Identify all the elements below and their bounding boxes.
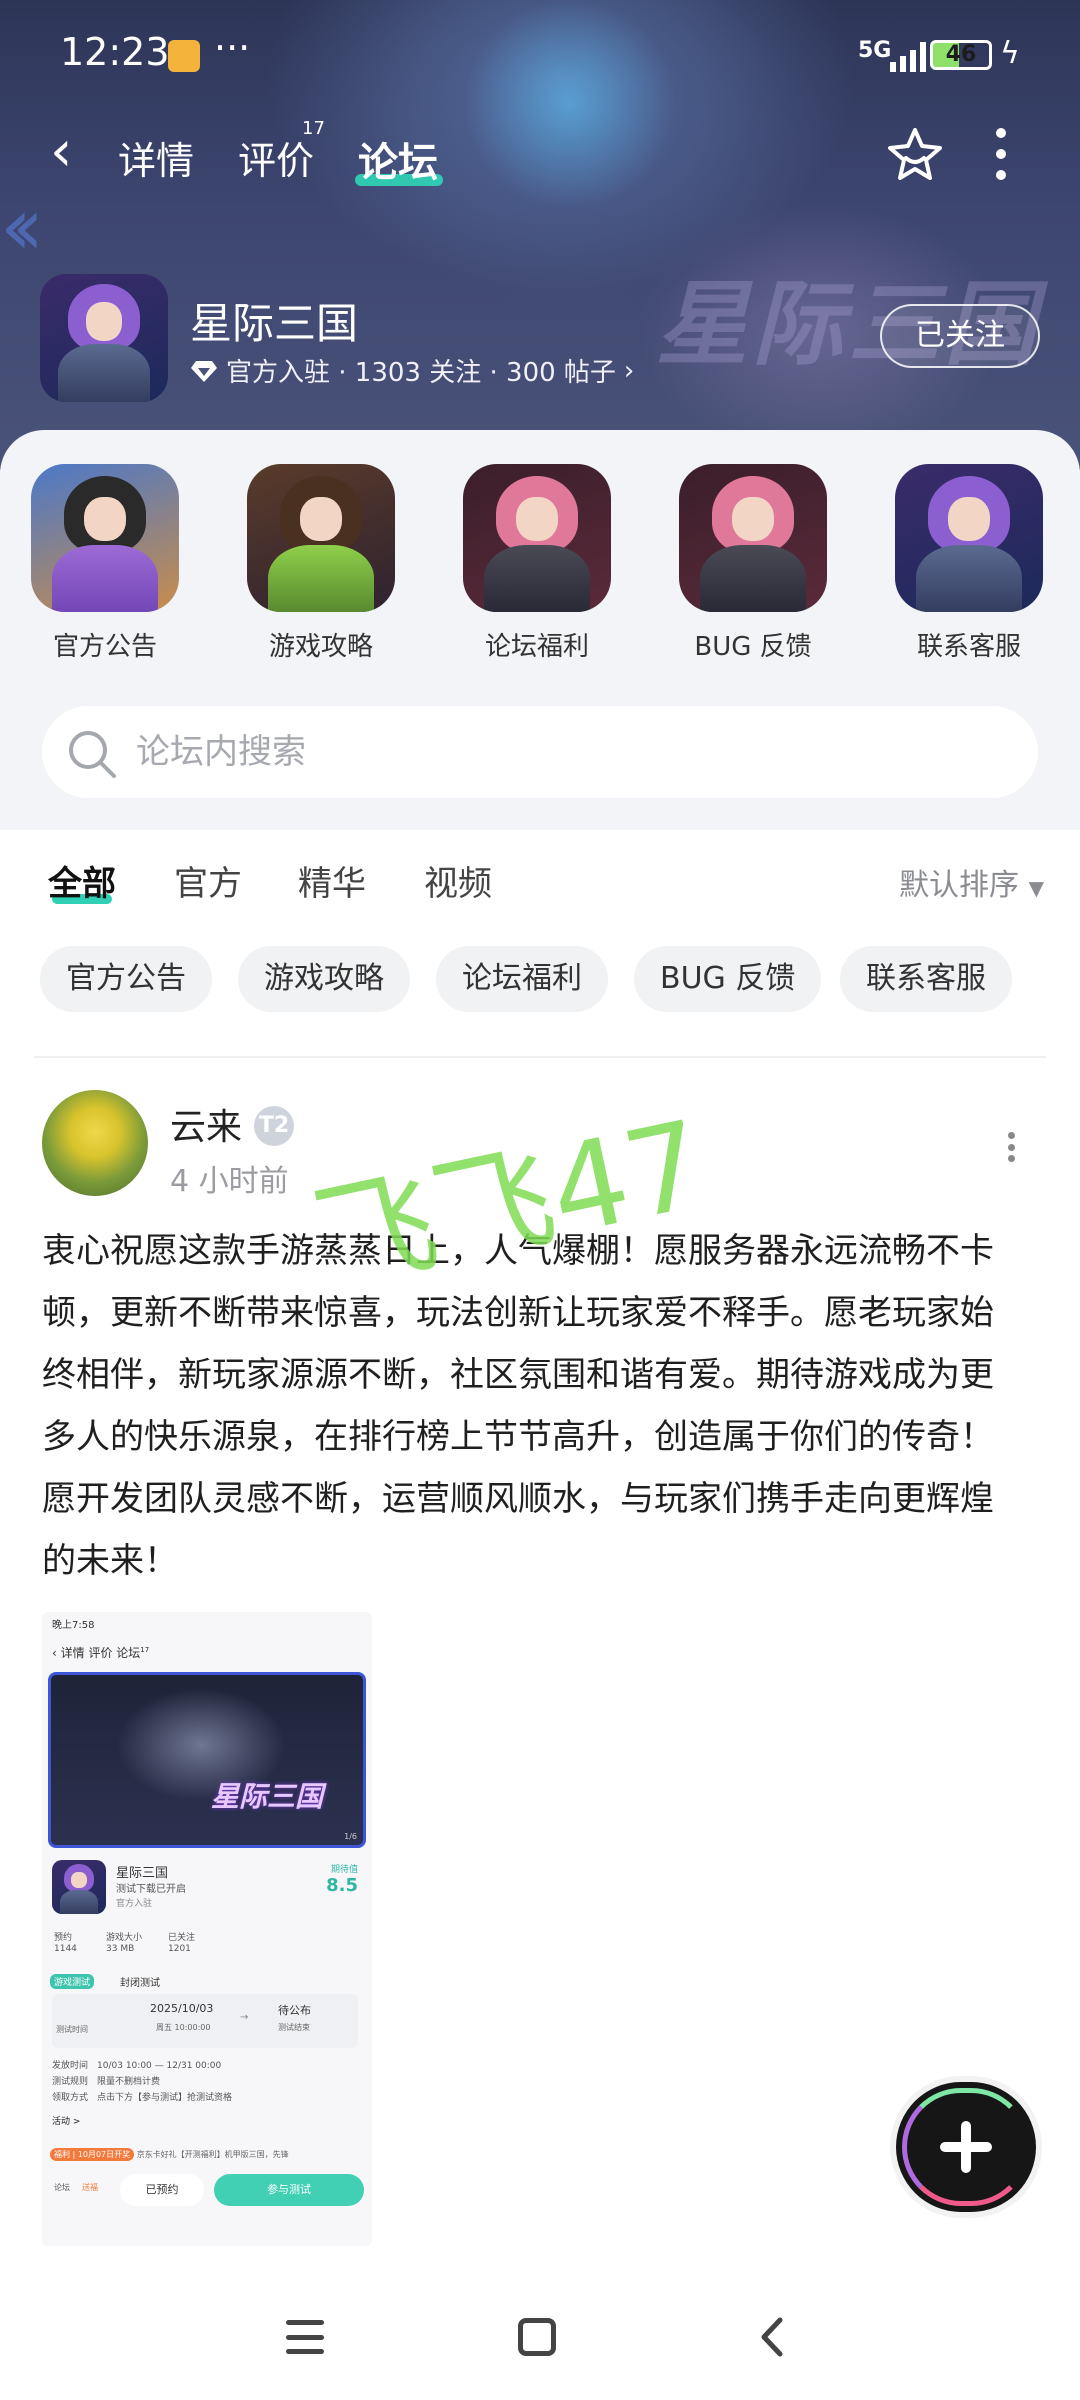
game-meta-text: 官方入驻 · 1303 关注 · 300 帖子 <box>226 358 616 388</box>
category-bug-report[interactable]: BUG 反馈 <box>678 464 828 663</box>
diamond-icon <box>191 360 217 382</box>
more-options-icon[interactable] <box>994 128 1008 180</box>
feed-tab-official[interactable]: 官方 <box>174 856 242 905</box>
shot-banner-logo: 星际三国 <box>211 1780 324 1813</box>
home-icon[interactable] <box>518 2318 556 2356</box>
chip-bug-report[interactable]: BUG 反馈 <box>634 946 822 1012</box>
shot-news: 福利 | 10月07日开奖 京东卡好礼【开测福利】机甲版三国，先锋 <box>50 2148 358 2168</box>
status-time: 12:23 <box>60 30 170 74</box>
shot-row: 发放时间 10/03 10:00 — 12/31 00:00 <box>52 2061 222 2071</box>
category-label: 联系客服 <box>916 632 1021 662</box>
forum-search-bar[interactable] <box>42 706 1038 798</box>
shot-official: 官方入驻 <box>116 1899 153 1909</box>
category-image <box>463 464 611 612</box>
shot-score: 期待值 8.5 <box>326 1865 358 1896</box>
author-level-badge: T2 <box>254 1106 294 1146</box>
system-navigation-bar <box>0 2290 1080 2400</box>
shot-game-name: 星际三国 <box>116 1866 169 1881</box>
chip-announcement[interactable]: 官方公告 <box>40 946 212 1012</box>
forum-category-panel: 官方公告 游戏攻略 论坛福利 BUG 反馈 联系客服 论坛内搜索 <box>0 430 1080 830</box>
game-icon <box>40 274 168 402</box>
chip-customer-service[interactable]: 联系客服 <box>840 946 1012 1012</box>
search-icon <box>69 731 116 778</box>
feed-tab-featured[interactable]: 精华 <box>298 856 366 905</box>
post-image[interactable]: 晚上7:58 ‹ 详情 评价 论坛17 星际三国 1/6 星际三国 测试下载已开… <box>42 1612 372 2246</box>
sort-label: 默认排序 <box>899 868 1020 903</box>
shot-banner: 星际三国 1/6 <box>48 1672 366 1848</box>
status-more-dots: ··· <box>214 26 251 70</box>
category-guides[interactable]: 游戏攻略 <box>246 464 396 663</box>
category-image <box>895 464 1043 612</box>
tab-forum[interactable]: 论坛 <box>358 130 438 188</box>
shot-row: 领取方式 点击下方【参与测试】抢测试资格 <box>52 2093 233 2103</box>
top-nav: ‹ 详情 评价 17 论坛 <box>0 110 1080 200</box>
post-time: 4 小时前 <box>170 1164 289 1199</box>
shot-stats: 预约 1144 游戏大小 33 MB 已关注 1201 <box>54 1933 196 1954</box>
shot-footer: 论坛 送福 已预约 参与测试 <box>46 2172 368 2212</box>
post-content: 衷心祝愿这款手游蒸蒸日上，人气爆棚！愿服务器永远流畅不卡顿，更新不断带来惊喜，玩… <box>42 1231 994 1581</box>
shot-game-info: 星际三国 测试下载已开启 官方入驻 期待值 8.5 <box>52 1860 362 1920</box>
plus-icon <box>940 2121 992 2173</box>
category-customer-service[interactable]: 联系客服 <box>894 464 1044 663</box>
category-label: 官方公告 <box>52 632 157 662</box>
caret-down-icon: ▼ <box>1028 876 1044 900</box>
game-title: 星际三国 <box>190 299 359 348</box>
shot-nav-tabs: ‹ 详情 评价 论坛17 <box>52 1646 150 1660</box>
author-name[interactable]: 云来 <box>170 1098 242 1150</box>
chip-welfare[interactable]: 论坛福利 <box>436 946 608 1012</box>
category-list: 官方公告 游戏攻略 论坛福利 BUG 反馈 联系客服 <box>0 464 1080 674</box>
shot-game-subtitle: 测试下载已开启 <box>116 1884 186 1895</box>
category-image <box>679 464 827 612</box>
shot-reserved-button: 已预约 <box>120 2174 204 2206</box>
category-label: 游戏攻略 <box>268 632 373 662</box>
shot-join-button: 参与测试 <box>214 2174 364 2206</box>
back-icon[interactable]: ‹ <box>50 124 72 180</box>
shot-test-tag: 游戏测试 <box>50 1974 95 1989</box>
sort-dropdown[interactable]: 默认排序 ▼ <box>899 860 1044 904</box>
shot-test-card: 测试时间 2025/10/03 周五 10:00:00 → 待公布 测试结束 <box>52 1994 358 2048</box>
charging-icon: ϟ <box>1000 36 1020 71</box>
section-divider <box>34 1056 1046 1058</box>
shot-row: 测试规则 限量不删档计费 <box>52 2077 161 2087</box>
new-post-fab[interactable] <box>896 2082 1036 2212</box>
notification-app-icon <box>168 40 200 72</box>
system-back-icon[interactable] <box>752 2316 794 2358</box>
recent-apps-icon[interactable] <box>286 2320 324 2354</box>
post-more-icon[interactable] <box>1005 1132 1017 1162</box>
signal-icon <box>890 40 926 72</box>
author-avatar[interactable] <box>42 1090 148 1196</box>
game-meta[interactable]: 官方入驻 · 1303 关注 · 300 帖子 › <box>190 352 634 389</box>
category-announcement[interactable]: 官方公告 <box>30 464 180 663</box>
feed-tabs: 全部 官方 精华 视频 默认排序 ▼ <box>0 850 1080 930</box>
category-label: 论坛福利 <box>484 632 589 662</box>
shot-activity: 活动 > <box>52 2117 81 2127</box>
shot-test-type: 封闭测试 <box>120 1978 160 1989</box>
tab-details[interactable]: 详情 <box>118 130 194 185</box>
shot-status-time: 晚上7:58 <box>52 1620 95 1631</box>
status-bar: 12:23 ··· 5G 46 ϟ <box>0 0 1080 110</box>
category-image <box>247 464 395 612</box>
reviews-count-badge: 17 <box>302 118 325 139</box>
shot-banner-page: 1/6 <box>344 1832 357 1841</box>
shot-game-icon <box>52 1860 106 1914</box>
chip-guides[interactable]: 游戏攻略 <box>238 946 410 1012</box>
category-label: BUG 反馈 <box>694 632 812 662</box>
game-info: 星际三国 官方入驻 · 1303 关注 · 300 帖子 › 已关注 <box>40 272 1040 402</box>
search-input[interactable] <box>136 724 996 780</box>
battery-indicator: 46 <box>930 40 992 70</box>
network-type: 5G <box>858 38 892 63</box>
feed-tab-video[interactable]: 视频 <box>424 856 492 905</box>
follow-button[interactable]: 已关注 <box>880 304 1040 368</box>
category-image <box>31 464 179 612</box>
category-welfare[interactable]: 论坛福利 <box>462 464 612 663</box>
favorite-star-icon[interactable] <box>884 124 946 186</box>
feed-tab-all[interactable]: 全部 <box>48 856 116 905</box>
chevron-right-icon: › <box>623 355 635 386</box>
